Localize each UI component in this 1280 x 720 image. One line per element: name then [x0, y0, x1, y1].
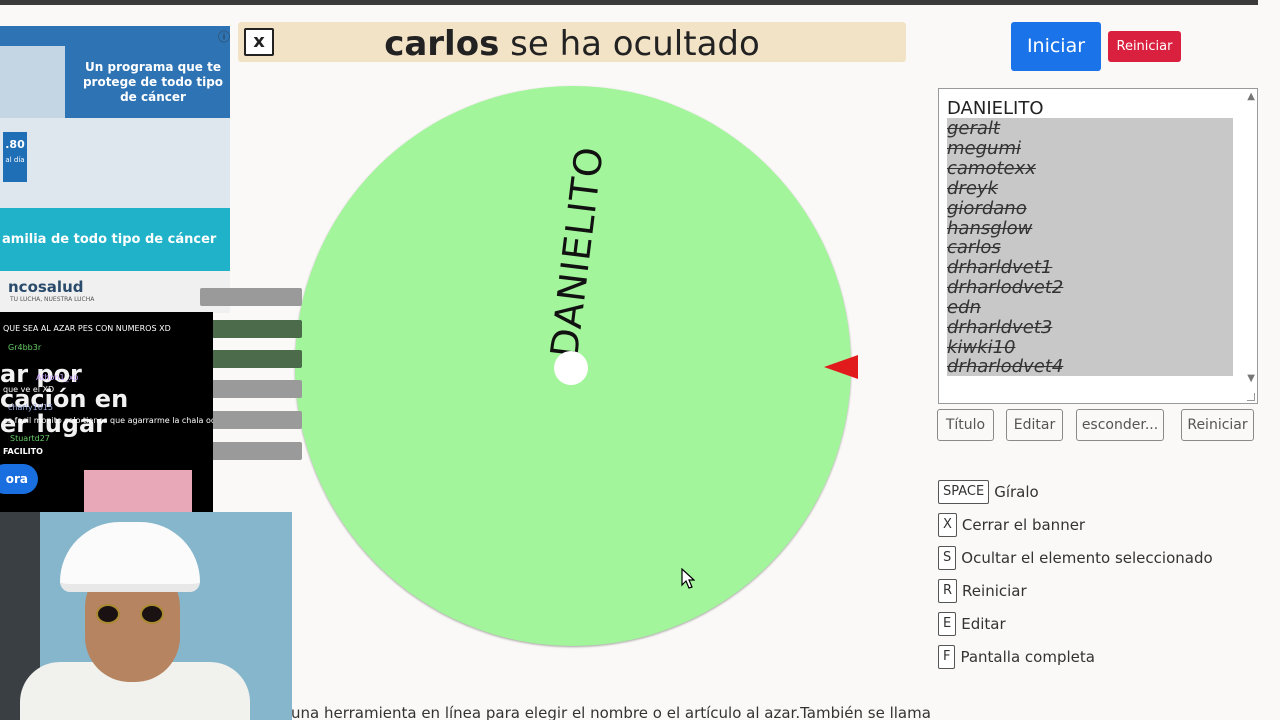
key-s: S	[938, 546, 957, 570]
chat-username: Gr4bb3r	[8, 343, 42, 352]
webcam-feed	[0, 512, 292, 720]
shortcut-space: SPACE Gíralo	[938, 480, 1039, 504]
name-entry-hidden: camotexx	[947, 158, 1036, 179]
name-entry-hidden: drharldvet3	[947, 317, 1053, 338]
ad-tagline: TU LUCHA, NUESTRA LUCHA	[10, 296, 95, 303]
names-textarea[interactable]: DANIELITO geralt megumi camotexx dreyk g…	[938, 88, 1258, 404]
shortcut-desc: Cerrar el banner	[961, 516, 1086, 534]
wheel-pointer-icon	[824, 355, 858, 379]
promo-image	[84, 470, 192, 512]
key-e: E	[938, 612, 957, 636]
name-entry-hidden: hansglow	[947, 218, 1033, 239]
chat-username: Stuartd27	[10, 434, 50, 443]
ad-photo-scanner	[0, 118, 230, 208]
sunglasses-icon	[92, 604, 172, 624]
hard-hat-icon	[60, 522, 200, 592]
overlay-bar	[200, 350, 302, 368]
chat-message: QUE SEA AL AZAR PES CON NUMEROS XD	[3, 324, 171, 333]
name-entry-hidden: drharldvet1	[947, 257, 1053, 278]
shortcut-x: X Cerrar el banner	[938, 513, 1085, 537]
chat-message: que ve el XD	[3, 385, 55, 394]
reset-list-button[interactable]: Reiniciar	[1181, 409, 1254, 441]
chat-username: Athon1_xp	[36, 373, 79, 382]
overlay-bar	[200, 380, 302, 398]
chat-message: es facil monito solo tienes que agarrarm…	[3, 416, 213, 425]
key-space: SPACE	[938, 480, 990, 504]
overlay-bar	[200, 288, 302, 306]
shortcut-f: F Pantalla completa	[938, 645, 1095, 669]
reset-button[interactable]: Reiniciar	[1108, 31, 1181, 62]
shortcut-r: R Reiniciar	[938, 579, 1027, 603]
name-entry-hidden: drharlodvet2	[947, 277, 1064, 298]
chat-username: charly1015	[8, 403, 53, 412]
ad-brand: ncosalud	[8, 278, 84, 296]
ad-price-value: .80	[5, 138, 25, 151]
spin-wheel[interactable]: DANIELITO	[295, 86, 851, 646]
overlay-bar	[200, 411, 302, 429]
name-entry-hidden: megumi	[947, 138, 1021, 159]
overlay-bar	[200, 320, 302, 338]
key-x: X	[938, 513, 957, 537]
promo-button: ora	[0, 464, 38, 494]
ad-price: .80 al día	[3, 132, 27, 182]
shortcut-e: E Editar	[938, 612, 1006, 636]
name-entry-hidden: drharlodvet4	[947, 356, 1064, 377]
banner-name: carlos	[384, 24, 500, 64]
shortcut-desc: Ocultar el elemento seleccionado	[961, 549, 1213, 567]
hidden-banner: carlos se ha ocultado	[238, 22, 906, 64]
shortcut-desc: Reiniciar	[962, 582, 1027, 600]
top-border	[0, 0, 1258, 5]
ad-banner[interactable]: Un programa que te protege de todo tipo …	[0, 26, 230, 271]
name-entry-hidden: dreyk	[947, 178, 998, 199]
ad-close-icon[interactable]: ⓘ✕	[218, 28, 230, 45]
resize-handle-icon[interactable]	[1247, 393, 1255, 401]
key-r: R	[938, 579, 958, 603]
stream-chat: ar por cación en er lugar QUE SEA AL AZA…	[0, 312, 213, 512]
edit-button[interactable]: Editar	[1006, 409, 1063, 441]
shortcut-desc: Gíralo	[994, 483, 1039, 501]
ad-headline: Un programa que te protege de todo tipo …	[82, 60, 224, 104]
shortcut-s: S Ocultar el elemento seleccionado	[938, 546, 1213, 570]
overlay-bar	[200, 442, 302, 460]
name-entry-hidden: giordano	[947, 198, 1027, 219]
name-entry-hidden: edn	[947, 297, 981, 318]
name-entry-hidden: carlos	[947, 237, 1001, 258]
wheel-segment-label: DANIELITO	[542, 140, 612, 370]
name-entry-hidden: kiwki10	[947, 337, 1016, 358]
key-f: F	[938, 645, 956, 669]
name-entry-hidden: geralt	[947, 118, 1000, 139]
name-entry-active: DANIELITO	[947, 98, 1044, 119]
shortcut-desc: Editar	[961, 615, 1006, 633]
ad-caption: amilia de todo tipo de cáncer	[0, 208, 230, 271]
scroll-down-icon[interactable]: ▼	[1247, 373, 1255, 384]
description-text: una herramienta en línea para elegir el …	[291, 704, 931, 720]
chat-message: FACILITO	[3, 447, 43, 456]
shortcut-desc: Pantalla completa	[960, 648, 1095, 666]
banner-message: se ha ocultado	[510, 24, 760, 64]
start-button[interactable]: Iniciar	[1011, 22, 1101, 71]
ad-logo-area: ncosalud TU LUCHA, NUESTRA LUCHA	[0, 271, 230, 313]
mouse-cursor-icon	[681, 568, 695, 589]
hide-button[interactable]: esconder...	[1076, 409, 1164, 441]
close-banner-button[interactable]: x	[244, 28, 274, 56]
wheel-hub	[554, 351, 588, 385]
title-button[interactable]: Título	[937, 409, 994, 441]
ad-price-unit: al día	[5, 156, 25, 164]
scroll-up-icon[interactable]: ▲	[1247, 91, 1255, 102]
